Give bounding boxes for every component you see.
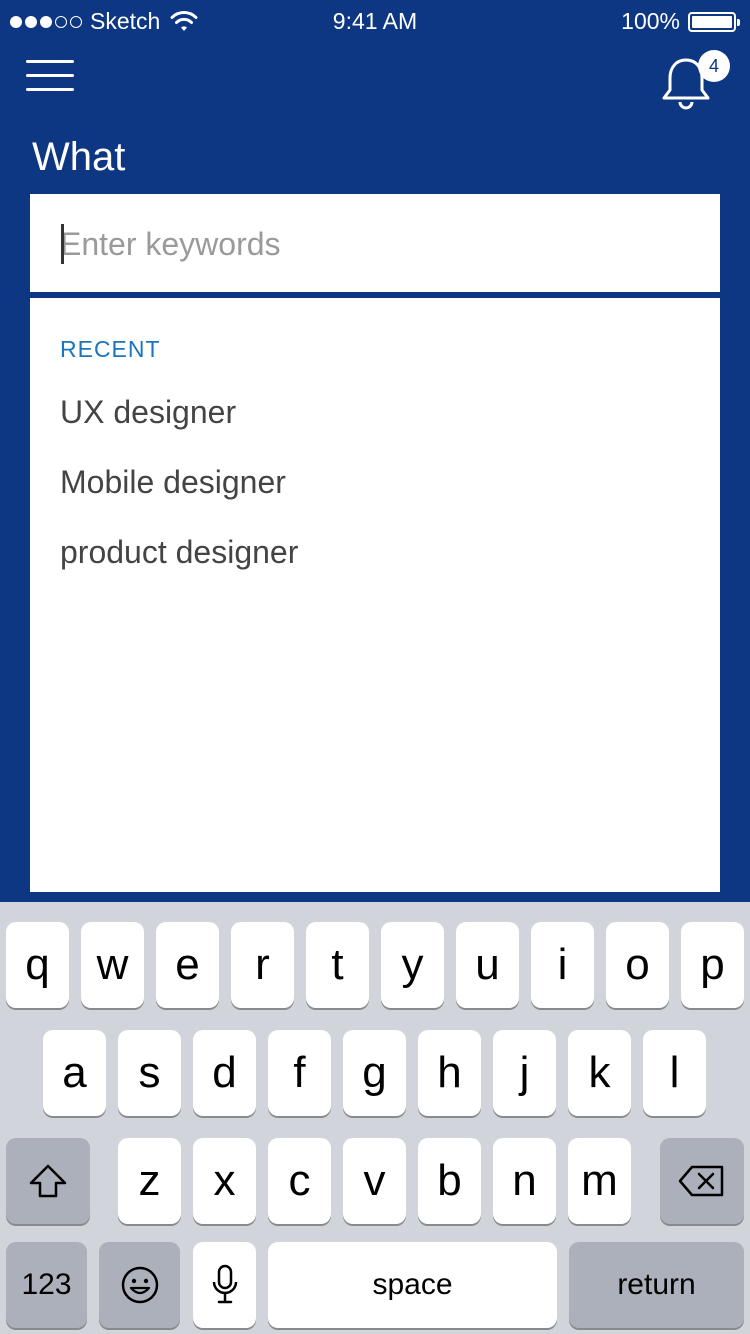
key-s[interactable]: s	[118, 1030, 181, 1116]
key-m[interactable]: m	[568, 1138, 631, 1224]
key-n[interactable]: n	[493, 1138, 556, 1224]
microphone-icon	[212, 1264, 237, 1304]
microphone-key[interactable]	[193, 1242, 256, 1328]
key-e[interactable]: e	[156, 922, 219, 1008]
return-key[interactable]: return	[569, 1242, 744, 1328]
space-key[interactable]: space	[268, 1242, 557, 1328]
key-p[interactable]: p	[681, 922, 744, 1008]
search-box	[30, 194, 720, 294]
key-a[interactable]: a	[43, 1030, 106, 1116]
battery-percent: 100%	[621, 8, 680, 34]
numbers-key[interactable]: 123	[6, 1242, 87, 1328]
recent-item[interactable]: Mobile designer	[60, 464, 286, 501]
key-i[interactable]: i	[531, 922, 594, 1008]
menu-button[interactable]	[26, 56, 78, 96]
key-f[interactable]: f	[268, 1030, 331, 1116]
key-l[interactable]: l	[643, 1030, 706, 1116]
recent-searches-panel: RECENT UX designer Mobile designer produ…	[30, 298, 720, 892]
notification-badge: 4	[698, 50, 730, 82]
status-right: 100%	[621, 8, 740, 35]
key-b[interactable]: b	[418, 1138, 481, 1224]
key-x[interactable]: x	[193, 1138, 256, 1224]
battery-icon	[688, 11, 740, 32]
emoji-key[interactable]	[99, 1242, 180, 1328]
text-cursor	[61, 224, 64, 264]
key-y[interactable]: y	[381, 922, 444, 1008]
backspace-icon	[678, 1165, 724, 1197]
key-w[interactable]: w	[81, 922, 144, 1008]
key-r[interactable]: r	[231, 922, 294, 1008]
key-u[interactable]: u	[456, 922, 519, 1008]
key-h[interactable]: h	[418, 1030, 481, 1116]
shift-icon	[29, 1164, 67, 1198]
search-input[interactable]	[60, 218, 680, 270]
page-title: What	[32, 135, 126, 179]
key-d[interactable]: d	[193, 1030, 256, 1116]
recent-item[interactable]: UX designer	[60, 394, 236, 431]
key-o[interactable]: o	[606, 922, 669, 1008]
key-j[interactable]: j	[493, 1030, 556, 1116]
notifications-button[interactable]: 4	[656, 48, 730, 110]
key-q[interactable]: q	[6, 922, 69, 1008]
keyboard: q w e r t y u i o p a s d f g h j k l z …	[0, 902, 750, 1334]
key-k[interactable]: k	[568, 1030, 631, 1116]
key-v[interactable]: v	[343, 1138, 406, 1224]
key-z[interactable]: z	[118, 1138, 181, 1224]
shift-key[interactable]	[6, 1138, 90, 1224]
delete-key[interactable]	[660, 1138, 744, 1224]
recent-header: RECENT	[60, 336, 161, 362]
recent-item[interactable]: product designer	[60, 534, 298, 571]
key-c[interactable]: c	[268, 1138, 331, 1224]
key-g[interactable]: g	[343, 1030, 406, 1116]
emoji-icon	[121, 1266, 158, 1304]
status-bar: Sketch 9:41 AM 100%	[0, 0, 750, 40]
key-t[interactable]: t	[306, 922, 369, 1008]
